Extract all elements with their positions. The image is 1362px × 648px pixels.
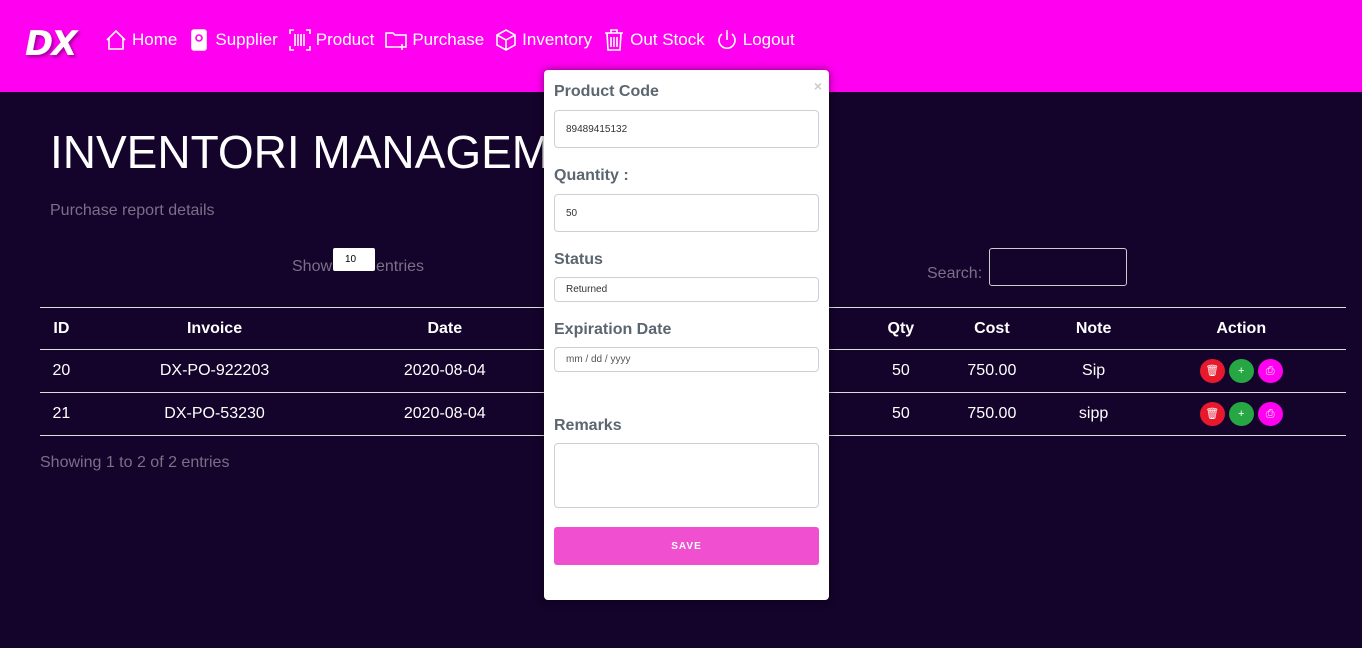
nav-product[interactable]: Product [288, 28, 375, 52]
table-cell: Sip [1050, 349, 1137, 393]
status-label: Status [554, 251, 603, 268]
save-button[interactable]: SAVE [554, 527, 819, 565]
column-header[interactable]: Cost [932, 307, 1051, 350]
search-input[interactable] [989, 248, 1127, 286]
table-cell: 750.00 [932, 392, 1051, 436]
nav-label: Home [132, 30, 178, 49]
nav-logout[interactable]: Logout [715, 28, 795, 52]
nav-menu: Home Supplier Product Purchase Inventory… [104, 28, 795, 52]
table-cell: 20 [40, 349, 83, 393]
nav-home[interactable]: Home [104, 28, 177, 52]
nav-purchase[interactable]: Purchase [384, 28, 484, 52]
print-button[interactable]: ⎙ [1257, 402, 1283, 426]
action-cell: 🗑 + ⎙ [1136, 392, 1346, 436]
column-header[interactable]: Note [1050, 307, 1137, 350]
column-header[interactable]: Qty [868, 307, 933, 350]
table-cell: 2020-08-04 [346, 349, 544, 393]
nav-label: Logout [742, 30, 795, 49]
remarks-label: Remarks [554, 417, 622, 434]
logo[interactable]: DX [25, 24, 77, 64]
delete-button[interactable]: 🗑 [1199, 402, 1225, 426]
box-icon [496, 29, 516, 51]
action-cell: 🗑 + ⎙ [1136, 349, 1346, 393]
expiration-date-label: Expiration Date [554, 321, 672, 338]
nav-label: Out Stock [630, 30, 705, 49]
product-code-input[interactable]: 89489415132 [554, 110, 819, 148]
nav-label: Inventory [522, 30, 593, 49]
folder-plus-icon [385, 32, 408, 50]
home-icon [106, 29, 126, 50]
table-cell: DX-PO-922203 [82, 349, 347, 393]
nav-label: Product [315, 30, 375, 49]
add-button[interactable]: + [1228, 359, 1254, 383]
barcode-icon [288, 29, 311, 51]
nav-label: Supplier [215, 30, 278, 49]
entries-label: entries [376, 258, 425, 275]
product-code-label: Product Code [554, 83, 659, 100]
quantity-label: Quantity : [554, 167, 629, 184]
nav-out-stock[interactable]: Out Stock [602, 28, 705, 52]
print-button[interactable]: ⎙ [1257, 359, 1283, 383]
edit-modal: × Product Code 89489415132 Quantity : 50… [544, 70, 829, 600]
table-cell: DX-PO-53230 [82, 392, 347, 436]
show-label: Show [292, 258, 333, 275]
table-cell: sipp [1050, 392, 1137, 436]
page-subtitle: Purchase report details [50, 202, 215, 219]
delete-button[interactable]: 🗑 [1199, 359, 1225, 383]
table-cell: 21 [40, 392, 83, 436]
nav-supplier[interactable]: Supplier [187, 28, 278, 52]
power-icon [717, 30, 736, 49]
column-header[interactable]: Action [1136, 307, 1346, 350]
add-button[interactable]: + [1228, 402, 1254, 426]
table-info: Showing 1 to 2 of 2 entries [40, 454, 230, 471]
contact-icon [191, 29, 208, 51]
search-label: Search: [927, 265, 983, 282]
nav-inventory[interactable]: Inventory [494, 28, 592, 52]
nav-label: Purchase [412, 30, 485, 49]
entries-length-select[interactable]: 10 [333, 248, 375, 271]
expiration-date-input[interactable]: mm / dd / yyyy [554, 347, 819, 372]
column-header[interactable]: Invoice [82, 307, 347, 350]
quantity-input[interactable]: 50 [554, 194, 819, 232]
status-select[interactable]: Returned [554, 277, 819, 302]
trash-icon [605, 29, 624, 51]
table-cell: 50 [868, 392, 933, 436]
table-cell: 2020-08-04 [346, 392, 544, 436]
remarks-textarea[interactable] [554, 443, 819, 508]
table-cell: 750.00 [932, 349, 1051, 393]
close-icon[interactable]: × [814, 78, 822, 94]
column-header[interactable]: ID [40, 307, 83, 350]
table-cell: 50 [868, 349, 933, 393]
column-header[interactable]: Date [346, 307, 544, 350]
